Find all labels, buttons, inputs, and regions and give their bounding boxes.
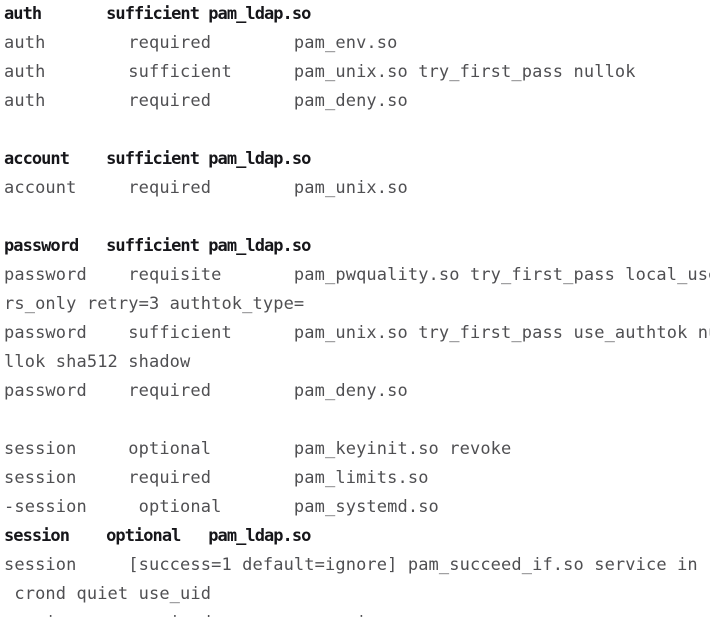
config-line-password-deny: password required pam_deny.so <box>4 381 408 401</box>
config-line-auth-deny: auth required pam_deny.so <box>4 91 408 111</box>
config-line-password-pwquality-w: rs_only retry=3 authtok_type= <box>4 294 305 314</box>
config-line-account-unix: account required pam_unix.so <box>4 178 408 198</box>
config-line-auth-env: auth required pam_env.so <box>4 33 398 53</box>
config-line-password-ldap: password sufficient pam_ldap.so <box>4 236 311 256</box>
config-line-blank-after-auth <box>0 116 710 145</box>
config-line-account-ldap: account sufficient pam_ldap.so <box>4 149 311 169</box>
config-line-session-succeed-if: session [success=1 default=ignore] pam_s… <box>4 555 698 575</box>
config-line-session-systemd: -session optional pam_systemd.so <box>4 497 439 517</box>
config-line-password-pwquality: password requisite pam_pwquality.so try_… <box>4 265 710 285</box>
config-line-auth-ldap: auth sufficient pam_ldap.so <box>4 4 311 24</box>
config-line-session-unix: session required pam_unix.so <box>0 609 710 617</box>
config-line-password-unix-w: llok sha512 shadow <box>4 352 191 372</box>
config-line-session-limits: session required pam_limits.so <box>4 468 429 488</box>
config-line-auth-unix: auth sufficient pam_unix.so try_first_pa… <box>4 62 636 82</box>
config-line-session-ldap: session optional pam_ldap.so <box>4 526 311 546</box>
config-line-blank-after-password <box>0 406 710 435</box>
pam-config-listing: auth sufficient pam_ldap.soauth required… <box>0 0 710 617</box>
config-line-blank-after-account <box>0 203 710 232</box>
config-line-session-succeed-if-w: crond quiet use_uid <box>4 584 212 604</box>
config-line-session-keyinit: session optional pam_keyinit.so revoke <box>4 439 512 459</box>
config-line-password-unix: password sufficient pam_unix.so try_firs… <box>4 323 710 343</box>
